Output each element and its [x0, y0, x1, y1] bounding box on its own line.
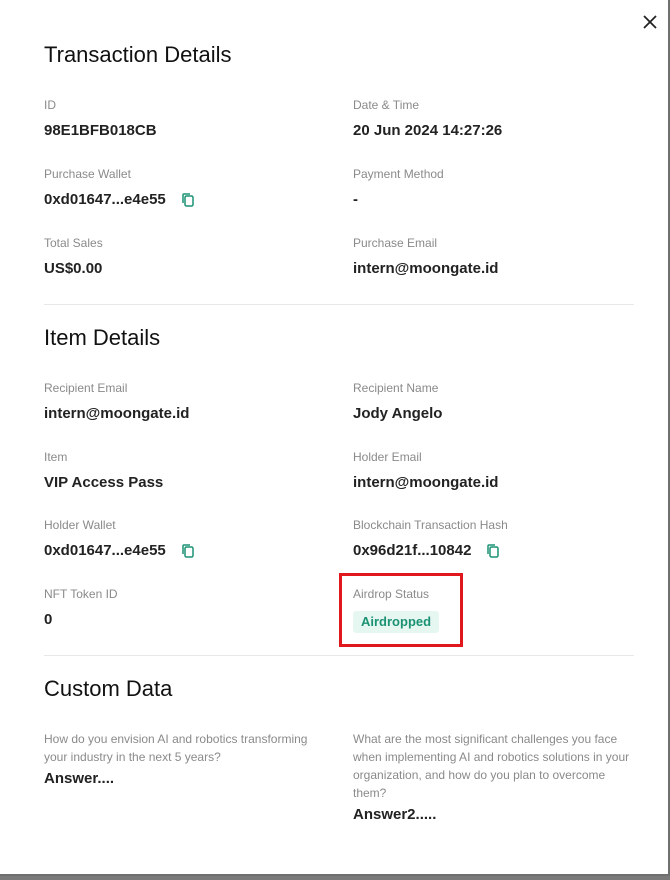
- transaction-details-title: Transaction Details: [44, 42, 232, 67]
- holder-wallet-row: 0xd01647...e4e55: [44, 542, 196, 560]
- total-sales-label: Total Sales: [44, 236, 103, 250]
- recipient-name-label: Recipient Name: [353, 381, 439, 395]
- nft-token-id-label: NFT Token ID: [44, 587, 118, 601]
- custom-question-1: How do you envision AI and robotics tran…: [44, 730, 326, 787]
- answer-2-text: Answer2.....: [353, 806, 437, 823]
- copy-icon[interactable]: [180, 543, 196, 559]
- payment-method-field: Payment Method -: [353, 167, 444, 209]
- copy-icon[interactable]: [180, 192, 196, 208]
- item-field: Item VIP Access Pass: [44, 450, 163, 492]
- airdrop-status-label: Airdrop Status: [353, 587, 430, 601]
- id-label: ID: [44, 98, 56, 112]
- close-button[interactable]: [640, 12, 660, 32]
- datetime-field: Date & Time 20 Jun 2024 14:27:26: [353, 98, 502, 140]
- datetime-label: Date & Time: [353, 98, 420, 112]
- transaction-hash-value: 0x96d21f...10842: [353, 542, 472, 559]
- question-1-text: How do you envision AI and robotics tran…: [44, 732, 308, 764]
- datetime-value: 20 Jun 2024 14:27:26: [353, 122, 503, 139]
- airdrop-status-field: Airdrop Status Airdropped: [353, 587, 440, 633]
- purchase-wallet-row: 0xd01647...e4e55: [44, 191, 196, 209]
- copy-icon[interactable]: [485, 543, 501, 559]
- holder-email-field: Holder Email intern@moongate.id: [353, 450, 498, 492]
- nft-token-id-value: 0: [44, 611, 53, 628]
- item-label: Item: [44, 450, 68, 464]
- purchase-email-field: Purchase Email intern@moongate.id: [353, 236, 498, 278]
- payment-method-value: -: [353, 191, 358, 208]
- section-divider: [44, 304, 634, 305]
- holder-wallet-field: Holder Wallet 0xd01647...e4e55: [44, 518, 196, 560]
- recipient-email-label: Recipient Email: [44, 381, 128, 395]
- purchase-wallet-value: 0xd01647...e4e55: [44, 191, 166, 208]
- recipient-name-field: Recipient Name Jody Angelo: [353, 381, 442, 423]
- purchase-email-label: Purchase Email: [353, 236, 438, 250]
- id-field: ID 98E1BFB018CB: [44, 98, 157, 140]
- item-value: VIP Access Pass: [44, 474, 164, 491]
- transaction-hash-row: 0x96d21f...10842: [353, 542, 508, 560]
- item-details-title: Item Details: [44, 325, 161, 350]
- answer-1-text: Answer....: [44, 770, 115, 787]
- recipient-name-value: Jody Angelo: [353, 405, 443, 422]
- transaction-hash-field: Blockchain Transaction Hash 0x96d21f...1…: [353, 518, 508, 560]
- transaction-details-modal: Transaction Details ID 98E1BFB018CB Date…: [0, 0, 670, 876]
- close-icon: [643, 15, 657, 29]
- purchase-email-value: intern@moongate.id: [353, 260, 499, 277]
- payment-method-label: Payment Method: [353, 167, 444, 181]
- holder-wallet-value: 0xd01647...e4e55: [44, 542, 166, 559]
- total-sales-field: Total Sales US$0.00: [44, 236, 103, 278]
- transaction-hash-label: Blockchain Transaction Hash: [353, 518, 508, 532]
- section-divider: [44, 655, 634, 656]
- total-sales-value: US$0.00: [44, 260, 103, 277]
- purchase-wallet-field: Purchase Wallet 0xd01647...e4e55: [44, 167, 196, 209]
- airdrop-status-badge: Airdropped: [353, 611, 440, 633]
- nft-token-id-field: NFT Token ID 0: [44, 587, 118, 629]
- holder-email-label: Holder Email: [353, 450, 422, 464]
- question-2-text: What are the most significant challenges…: [353, 732, 630, 800]
- recipient-email-value: intern@moongate.id: [44, 405, 190, 422]
- holder-email-value: intern@moongate.id: [353, 474, 499, 491]
- holder-wallet-label: Holder Wallet: [44, 518, 116, 532]
- id-value: 98E1BFB018CB: [44, 122, 157, 139]
- custom-data-title: Custom Data: [44, 676, 173, 701]
- recipient-email-field: Recipient Email intern@moongate.id: [44, 381, 189, 423]
- custom-question-2: What are the most significant challenges…: [353, 730, 638, 823]
- purchase-wallet-label: Purchase Wallet: [44, 167, 131, 181]
